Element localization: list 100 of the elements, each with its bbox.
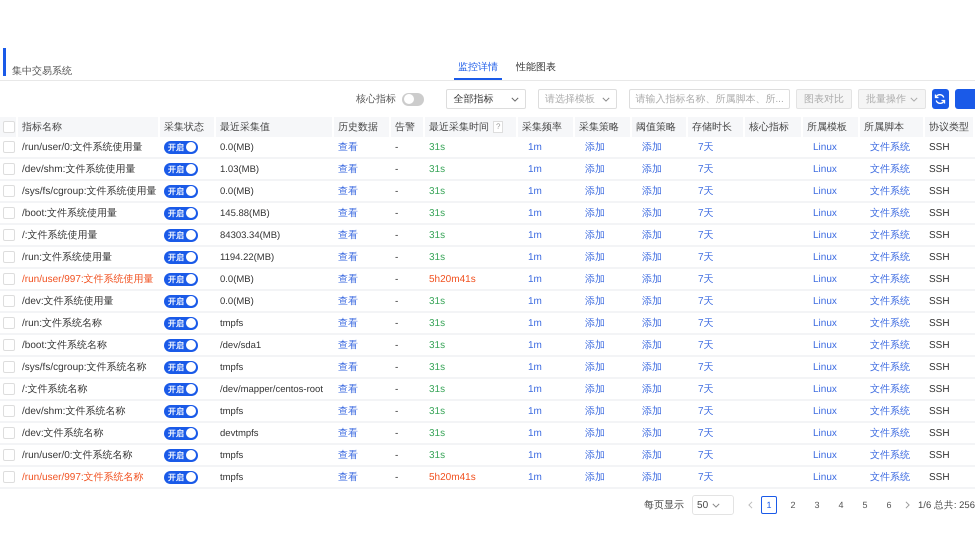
status-toggle[interactable]: 开启: [164, 382, 198, 396]
script-link[interactable]: 文件系统: [870, 272, 910, 286]
table-link[interactable]: 添加: [642, 206, 662, 220]
table-link[interactable]: 添加: [642, 404, 662, 418]
metric-select[interactable]: 全部指标: [446, 89, 526, 109]
template-link[interactable]: Linux: [813, 384, 837, 394]
view-link[interactable]: 查看: [338, 250, 358, 264]
row-checkbox[interactable]: [3, 383, 15, 395]
view-link[interactable]: 查看: [338, 272, 358, 286]
status-toggle[interactable]: 开启: [164, 184, 198, 198]
table-link[interactable]: 7天: [698, 272, 714, 286]
template-link[interactable]: Linux: [813, 274, 837, 284]
template-link[interactable]: Linux: [813, 318, 837, 328]
table-link[interactable]: 7天: [698, 206, 714, 220]
template-link[interactable]: Linux: [813, 428, 837, 438]
view-link[interactable]: 查看: [338, 228, 358, 242]
template-link[interactable]: Linux: [813, 472, 837, 482]
script-link[interactable]: 文件系统: [870, 316, 910, 330]
view-link[interactable]: 查看: [338, 426, 358, 440]
table-link[interactable]: 添加: [585, 360, 605, 374]
script-link[interactable]: 文件系统: [870, 338, 910, 352]
row-checkbox[interactable]: [3, 163, 15, 175]
table-link[interactable]: 添加: [585, 250, 605, 264]
view-link[interactable]: 查看: [338, 316, 358, 330]
script-link[interactable]: 文件系统: [870, 184, 910, 198]
table-link[interactable]: 7天: [698, 228, 714, 242]
action-button[interactable]: [954, 89, 975, 109]
table-link[interactable]: 1m: [528, 472, 542, 482]
table-link[interactable]: 1m: [528, 428, 542, 438]
status-toggle[interactable]: 开启: [164, 360, 198, 374]
table-link[interactable]: 添加: [642, 184, 662, 198]
status-toggle[interactable]: 开启: [164, 228, 198, 242]
script-link[interactable]: 文件系统: [870, 360, 910, 374]
table-link[interactable]: 添加: [585, 404, 605, 418]
row-checkbox[interactable]: [3, 273, 15, 285]
table-link[interactable]: 添加: [642, 316, 662, 330]
status-toggle[interactable]: 开启: [164, 404, 198, 418]
table-link[interactable]: 添加: [585, 316, 605, 330]
template-link[interactable]: Linux: [813, 362, 837, 372]
template-link[interactable]: Linux: [813, 164, 837, 174]
table-link[interactable]: 添加: [585, 184, 605, 198]
script-link[interactable]: 文件系统: [870, 140, 910, 154]
row-checkbox[interactable]: [3, 207, 15, 219]
tab[interactable]: 监控详情: [454, 60, 502, 80]
table-link[interactable]: 7天: [698, 404, 714, 418]
table-link[interactable]: 添加: [642, 228, 662, 242]
script-link[interactable]: 文件系统: [870, 228, 910, 242]
template-link[interactable]: Linux: [813, 186, 837, 196]
table-link[interactable]: 1m: [528, 340, 542, 350]
table-link[interactable]: 1m: [528, 208, 542, 218]
table-link[interactable]: 添加: [585, 228, 605, 242]
table-link[interactable]: 添加: [642, 140, 662, 154]
script-link[interactable]: 文件系统: [870, 294, 910, 308]
table-link[interactable]: 7天: [698, 294, 714, 308]
page-button[interactable]: 1: [761, 496, 778, 514]
status-toggle[interactable]: 开启: [164, 426, 198, 440]
page-button[interactable]: 3: [809, 496, 826, 514]
row-checkbox[interactable]: [3, 317, 15, 329]
help-mark[interactable]: ?: [493, 121, 504, 133]
template-link[interactable]: Linux: [813, 406, 837, 416]
status-toggle[interactable]: 开启: [164, 140, 198, 154]
refresh-button[interactable]: [932, 89, 949, 109]
table-link[interactable]: 添加: [642, 272, 662, 286]
script-link[interactable]: 文件系统: [870, 426, 910, 440]
table-link[interactable]: 7天: [698, 162, 714, 176]
table-link[interactable]: 添加: [642, 250, 662, 264]
status-toggle[interactable]: 开启: [164, 206, 198, 220]
status-toggle[interactable]: 开启: [164, 294, 198, 308]
table-link[interactable]: 7天: [698, 140, 714, 154]
table-link[interactable]: 1m: [528, 142, 542, 152]
view-link[interactable]: 查看: [338, 448, 358, 462]
template-link[interactable]: Linux: [813, 230, 837, 240]
table-link[interactable]: 1m: [528, 362, 542, 372]
table-link[interactable]: 1m: [528, 274, 542, 284]
row-checkbox[interactable]: [3, 229, 15, 241]
table-link[interactable]: 添加: [585, 206, 605, 220]
table-link[interactable]: 添加: [585, 140, 605, 154]
table-link[interactable]: 添加: [585, 382, 605, 396]
table-link[interactable]: 1m: [528, 406, 542, 416]
status-toggle[interactable]: 开启: [164, 470, 198, 484]
row-checkbox[interactable]: [3, 449, 15, 461]
row-checkbox[interactable]: [3, 251, 15, 263]
table-link[interactable]: 添加: [642, 426, 662, 440]
view-link[interactable]: 查看: [338, 360, 358, 374]
table-link[interactable]: 1m: [528, 318, 542, 328]
table-link[interactable]: 添加: [585, 162, 605, 176]
table-link[interactable]: 1m: [528, 186, 542, 196]
script-link[interactable]: 文件系统: [870, 470, 910, 484]
template-link[interactable]: Linux: [813, 296, 837, 306]
page-size-select[interactable]: 50: [692, 495, 734, 515]
select-all-checkbox[interactable]: [3, 121, 15, 133]
table-link[interactable]: 添加: [642, 360, 662, 374]
script-link[interactable]: 文件系统: [870, 448, 910, 462]
row-checkbox[interactable]: [3, 427, 15, 439]
view-link[interactable]: 查看: [338, 206, 358, 220]
view-link[interactable]: 查看: [338, 184, 358, 198]
view-link[interactable]: 查看: [338, 162, 358, 176]
table-link[interactable]: 添加: [585, 294, 605, 308]
row-checkbox[interactable]: [3, 141, 15, 153]
script-link[interactable]: 文件系统: [870, 404, 910, 418]
